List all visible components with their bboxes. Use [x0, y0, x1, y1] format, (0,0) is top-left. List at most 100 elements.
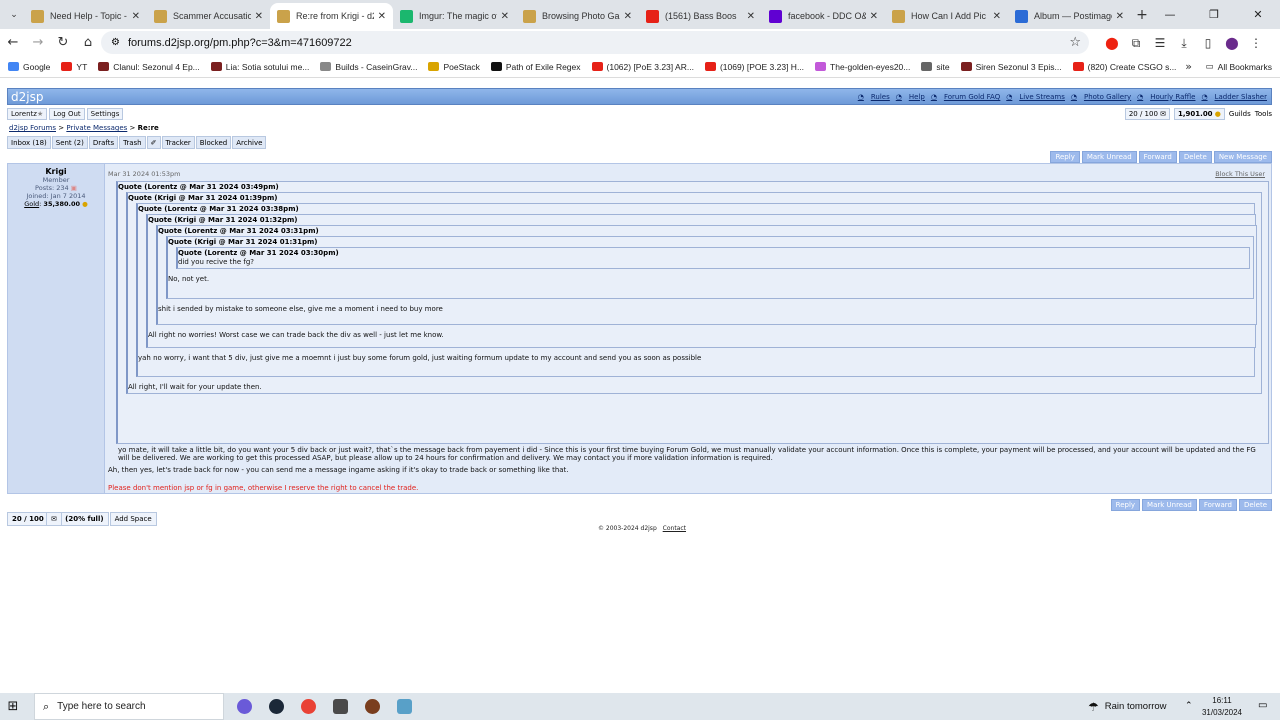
site-logo[interactable]: d2jsp: [11, 90, 43, 104]
all-bookmarks-button[interactable]: ▭ All Bookmarks: [1206, 61, 1272, 72]
app-icon-6[interactable]: [388, 693, 420, 720]
pm-tab[interactable]: Drafts: [88, 136, 119, 149]
home-icon[interactable]: ⌂: [76, 31, 100, 55]
app-icon-1[interactable]: [228, 693, 260, 720]
bookmark-item[interactable]: Lia: Sotia sotului me...: [210, 62, 309, 72]
browser-tab[interactable]: facebook - DDC O&C ✕: [762, 3, 885, 29]
tab-close-icon[interactable]: ✕: [501, 11, 509, 22]
tab-close-icon[interactable]: ✕: [870, 11, 878, 22]
url-text[interactable]: forums.d2jsp.org/pm.php?c=3&m=471609722: [128, 37, 352, 49]
more-bookmarks-icon[interactable]: »: [1185, 60, 1192, 73]
browser-tab[interactable]: Re:re from Krigi - d2j ✕: [270, 3, 393, 29]
bookmark-item[interactable]: (820) Create CSGO s...: [1072, 62, 1176, 72]
action-button[interactable]: Reply: [1110, 499, 1141, 511]
tray-chevron-icon[interactable]: ⌃: [1185, 701, 1193, 711]
action-button[interactable]: Delete: [1239, 499, 1272, 511]
browser-tab[interactable]: Album — Postimages ✕: [1008, 3, 1131, 29]
pm-tab[interactable]: Sent (2): [51, 136, 88, 149]
poe-icon[interactable]: [356, 693, 388, 720]
sidebar-icon[interactable]: ▯: [1196, 31, 1220, 55]
notification-icon[interactable]: ▭: [1258, 700, 1267, 711]
reload-icon[interactable]: ↻: [51, 31, 75, 55]
bookmark-item[interactable]: site: [921, 62, 950, 72]
bookmark-item[interactable]: (1069) [POE 3.23] H...: [704, 62, 804, 72]
bookmark-item[interactable]: Path of Exile Regex: [490, 62, 581, 72]
extensions-icon[interactable]: ⧉: [1124, 31, 1148, 55]
browser-tab[interactable]: How Can I Add Pic In ✕: [885, 3, 1008, 29]
tools-link[interactable]: Tools: [1255, 110, 1272, 118]
close-window-icon[interactable]: ✕: [1236, 0, 1280, 28]
browser-tab[interactable]: Scammer Accusation ✕: [147, 3, 270, 29]
tab-close-icon[interactable]: ✕: [747, 11, 755, 22]
media-icon[interactable]: ☰: [1148, 31, 1172, 55]
block-user-link[interactable]: Block This User: [1215, 170, 1265, 178]
profile-avatar[interactable]: ⬤: [1220, 31, 1244, 55]
action-button[interactable]: Forward: [1198, 499, 1237, 511]
user-link-profile[interactable]: Lorentz★: [7, 107, 48, 120]
tab-close-icon[interactable]: ✕: [1116, 11, 1124, 22]
site-info-icon[interactable]: ⚙: [111, 37, 120, 48]
gold-indicator[interactable]: 1,901.00 ●: [1174, 107, 1225, 120]
tab-close-icon[interactable]: ✕: [378, 11, 386, 22]
weather-widget[interactable]: ☂ Rain tomorrow: [1088, 693, 1167, 720]
bookmark-item[interactable]: Builds - CaseinGrav...: [320, 62, 417, 72]
menu-icon[interactable]: ⋮: [1244, 31, 1268, 55]
back-icon[interactable]: ←: [1, 31, 25, 55]
pm-tab[interactable]: ✐: [146, 136, 161, 149]
forward-icon[interactable]: →: [26, 31, 50, 55]
action-button[interactable]: Mark Unread: [1142, 499, 1197, 511]
pm-tab[interactable]: Archive: [232, 136, 267, 149]
pm-tab[interactable]: Tracker: [161, 136, 195, 149]
clock[interactable]: 16:11 31/03/2024: [1200, 695, 1244, 719]
top-link[interactable]: ◔ Hourly Raffle: [1137, 93, 1195, 101]
tab-close-icon[interactable]: ✕: [624, 11, 632, 22]
browser-tab[interactable]: Imgur: The magic of t ✕: [393, 3, 516, 29]
bookmark-item[interactable]: YT: [61, 62, 87, 72]
opera-extension-icon[interactable]: ⬤: [1100, 31, 1124, 55]
chrome-icon[interactable]: [292, 693, 324, 720]
add-space-button[interactable]: Add Space: [109, 512, 157, 526]
logout-link[interactable]: Log Out: [49, 107, 85, 120]
author-name[interactable]: Krigi: [8, 168, 104, 176]
bookmark-item[interactable]: PoeStack: [428, 62, 480, 72]
windows-start-icon[interactable]: ⊞: [0, 693, 26, 720]
top-link[interactable]: ◔ Rules: [858, 93, 890, 101]
action-button[interactable]: Delete: [1178, 151, 1212, 163]
tab-close-icon[interactable]: ✕: [132, 11, 140, 22]
action-button[interactable]: Reply: [1050, 151, 1080, 163]
space-indicator[interactable]: 20 / 100 ✉: [1124, 107, 1171, 120]
browser-tab[interactable]: Browsing Photo Galle ✕: [516, 3, 639, 29]
bookmark-star-icon[interactable]: ☆: [1069, 35, 1081, 50]
action-button[interactable]: New Message: [1213, 151, 1272, 163]
breadcrumb-forums[interactable]: d2jsp Forums: [9, 124, 56, 132]
breadcrumb-pm[interactable]: Private Messages: [66, 124, 127, 132]
browser-tab[interactable]: (1561) Bass Boos ✕: [639, 3, 762, 29]
contact-link[interactable]: Contact: [663, 525, 686, 532]
top-link[interactable]: ◔ Forum Gold FAQ: [931, 93, 1000, 101]
steam-icon[interactable]: [260, 693, 292, 720]
tab-close-icon[interactable]: ✕: [993, 11, 1001, 22]
download-icon[interactable]: ⤓: [1172, 31, 1196, 55]
top-link[interactable]: ◔ Help: [896, 93, 925, 101]
tab-search-icon[interactable]: ⌄: [4, 5, 24, 25]
url-bar[interactable]: ⚙ forums.d2jsp.org/pm.php?c=3&m=47160972…: [101, 31, 1089, 54]
pm-tab[interactable]: Blocked: [195, 136, 232, 149]
settings-link[interactable]: Settings: [86, 107, 124, 120]
guilds-link[interactable]: Guilds: [1229, 110, 1251, 118]
action-button[interactable]: Forward: [1138, 151, 1177, 163]
action-button[interactable]: Mark Unread: [1081, 151, 1137, 163]
bookmark-item[interactable]: The-golden-eyes20...: [815, 62, 910, 72]
pm-tab[interactable]: Trash: [119, 136, 146, 149]
bookmark-item[interactable]: (1062) [PoE 3.23] AR...: [591, 62, 694, 72]
top-link[interactable]: ◔ Photo Gallery: [1071, 93, 1131, 101]
bookmark-item[interactable]: Google: [8, 62, 50, 72]
bookmark-item[interactable]: Siren Sezonul 3 Epis...: [960, 62, 1062, 72]
pm-tab[interactable]: Inbox (18): [7, 136, 51, 149]
minimize-icon[interactable]: —: [1148, 0, 1192, 28]
browser-tab[interactable]: Need Help - Topic - d ✕: [24, 3, 147, 29]
tab-close-icon[interactable]: ✕: [255, 11, 263, 22]
top-link[interactable]: ◔ Live Streams: [1006, 93, 1065, 101]
top-link[interactable]: ◔ Ladder Slasher: [1201, 93, 1267, 101]
taskbar-search[interactable]: ⌕ Type here to search: [34, 693, 224, 720]
bookmark-item[interactable]: Clanul: Sezonul 4 Ep...: [98, 62, 200, 72]
